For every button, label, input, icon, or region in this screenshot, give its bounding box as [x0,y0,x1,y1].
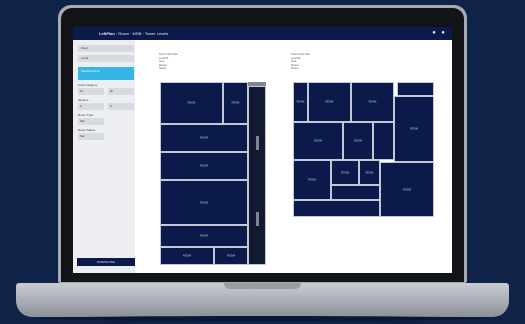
app-title-rest: · Room · MRB · Tower Levels [114,31,169,36]
options-label: Options [78,98,89,102]
options-values: 2. 4. [78,103,134,110]
room-type-value[interactable]: Sel. [78,118,104,125]
bell-icon[interactable]: ● [431,30,437,36]
selected-area-label: Selected Area [81,69,100,73]
room-label: ROOM [183,254,191,258]
room[interactable]: ROOM [351,82,394,122]
download-button[interactable]: DOWNLOAD [77,258,135,266]
room[interactable]: ROOM [308,82,351,122]
room[interactable]: ROOM [293,122,343,160]
area-category-option[interactable]: Gr. [78,88,104,95]
corridor [248,86,266,265]
plan-edge [248,82,266,86]
room[interactable]: ROOM [343,122,373,160]
room-type-label: Room Type [78,113,94,117]
room[interactable] [331,185,380,200]
room[interactable] [373,122,394,160]
room-label: ROOM [200,164,208,168]
room[interactable]: ROOM [160,152,248,180]
room-label: ROOM [365,171,374,174]
room[interactable]: ROOM [160,247,214,265]
laptop-shadow [35,316,490,321]
room-label: ROOM [200,234,208,238]
room[interactable]: ROOM [160,225,248,247]
room-label: ROOM [410,127,418,131]
room[interactable]: ROOM [160,180,248,225]
options-value[interactable]: 4. [108,103,134,110]
room-label: ROOM [325,100,334,104]
app-title: LeftPlan · Room · MRB · Tower Levels [99,31,168,36]
selected-area-item[interactable]: Selected Area [78,67,134,80]
room-label: ROOM [227,254,235,258]
floor-plan-left: ROOM ROOM ROOM ROOM ROOM ROOM ROOM ROOM [160,82,266,265]
area-category-option[interactable]: Ni. [108,88,134,95]
plan-left-info: Tower Floor Plan Level 01 Area Rooms Sta… [159,53,178,71]
room[interactable]: ROOM [223,82,248,124]
floor-field[interactable]: Floor [78,45,134,52]
room-label: ROOM [403,188,411,191]
info-line: Status [291,67,299,71]
room-label: ROOM [296,100,305,104]
laptop-screen: LeftPlan · Room · MRB · Tower Levels ● ●… [73,27,452,273]
plan-right-info: Tower Floor Plan Level 02 Area Rooms Sta… [291,53,310,71]
app-title-brand: LeftPlan [99,31,115,36]
room-status-select: Sel. [78,133,134,140]
room-status-value[interactable]: Sel. [78,133,104,140]
room[interactable]: ROOM [394,96,434,162]
room-type-select: Sel. [78,118,134,125]
door-marker [256,212,259,226]
room-label: ROOM [200,136,208,140]
laptop-notch [224,283,301,289]
room[interactable]: ROOM [331,160,359,185]
room[interactable]: ROOM [160,82,223,124]
room-label: ROOM [368,100,377,104]
room-label: ROOM [314,139,322,143]
door-marker [256,136,259,150]
room[interactable]: ROOM [380,162,434,217]
room[interactable]: ROOM [293,160,331,200]
room-status-label: Room Status [78,128,96,132]
room-label: ROOM [308,178,316,182]
room-label: ROOM [341,171,349,174]
level-field[interactable]: Level [78,55,134,62]
app-header: LeftPlan · Room · MRB · Tower Levels ● ● [73,27,452,40]
room[interactable]: ROOM [214,247,248,265]
options-value[interactable]: 2. [78,103,104,110]
room-label: ROOM [200,201,208,204]
room[interactable] [293,200,380,217]
room-label: ROOM [231,101,240,105]
room-label: ROOM [354,139,362,143]
area-category-options: Gr. Ni. [78,88,134,95]
floor-plan-right: ROOM ROOM ROOM ROOM ROOM ROOM ROOM ROOM … [293,82,434,217]
room[interactable] [397,82,434,96]
area-category-label: Area Category [78,83,98,87]
room[interactable]: ROOM [160,124,248,152]
info-line: Status [159,67,167,71]
room-label: ROOM [187,101,196,105]
room[interactable]: ROOM [359,160,380,185]
room[interactable]: ROOM [293,82,308,122]
sidebar: Floor Level Selected Area Area Category … [73,40,135,273]
user-icon[interactable]: ● [440,30,446,36]
